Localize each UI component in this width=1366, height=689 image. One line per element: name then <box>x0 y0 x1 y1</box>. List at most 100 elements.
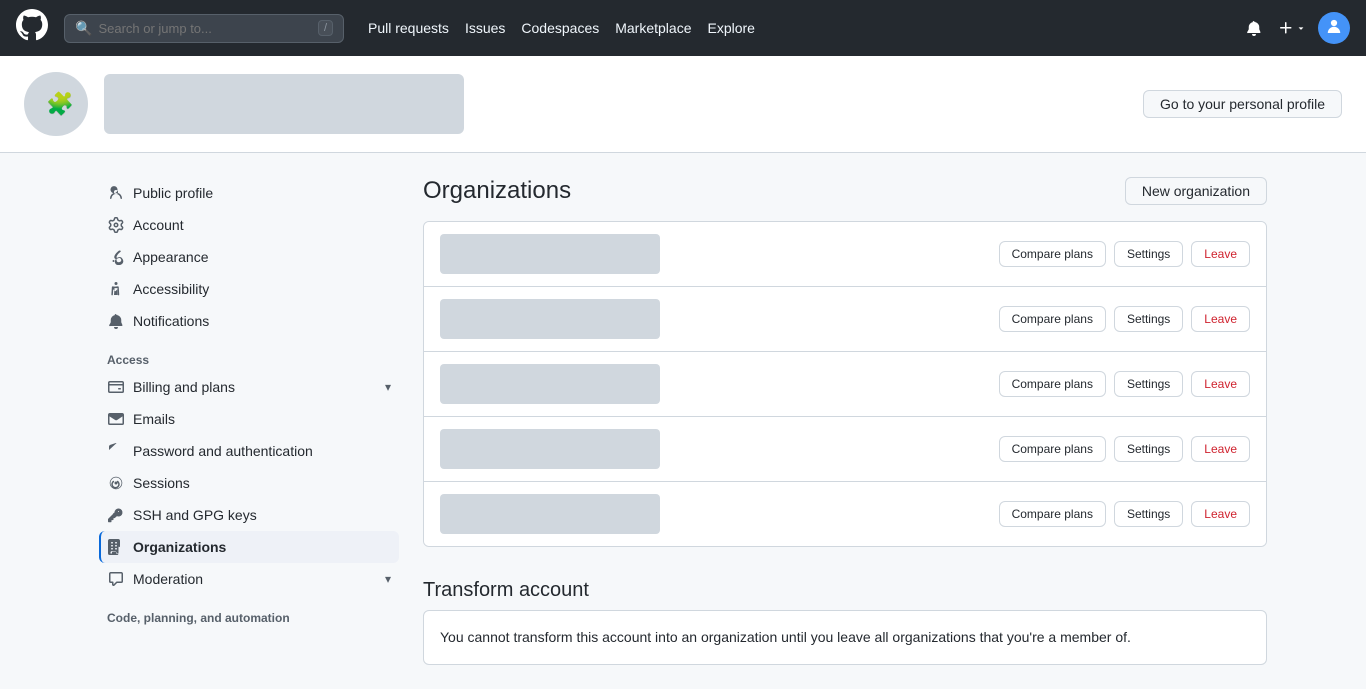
compare-plans-button-4[interactable]: Compare plans <box>999 436 1106 462</box>
shield-icon <box>107 442 125 460</box>
credit-card-icon <box>107 378 125 396</box>
github-logo[interactable] <box>16 9 48 48</box>
compare-plans-button-3[interactable]: Compare plans <box>999 371 1106 397</box>
topnav-links: Pull requests Issues Codespaces Marketpl… <box>368 20 1226 36</box>
sidebar-item-ssh-gpg[interactable]: SSH and GPG keys <box>99 499 399 531</box>
person-icon <box>107 184 125 202</box>
chevron-down-icon-moderation: ▾ <box>385 572 391 586</box>
sidebar-item-organizations[interactable]: Organizations <box>99 531 399 563</box>
key-icon <box>107 506 125 524</box>
sidebar-item-notifications[interactable]: Notifications <box>99 305 399 337</box>
org-row-actions-3: Compare plans Settings Leave <box>999 371 1250 397</box>
settings-button-4[interactable]: Settings <box>1114 436 1183 462</box>
settings-button-3[interactable]: Settings <box>1114 371 1183 397</box>
main-layout: Public profile Account Appearance Access… <box>83 153 1283 689</box>
sidebar-item-emails[interactable]: Emails <box>99 403 399 435</box>
org-placeholder-2 <box>440 299 660 339</box>
sidebar-nav: Public profile Account Appearance Access… <box>99 177 399 629</box>
sidebar-label-appearance: Appearance <box>133 249 209 265</box>
nav-explore[interactable]: Explore <box>708 20 755 36</box>
go-to-profile-button[interactable]: Go to your personal profile <box>1143 90 1342 118</box>
compare-plans-button-1[interactable]: Compare plans <box>999 241 1106 267</box>
table-row: Compare plans Settings Leave <box>424 482 1266 546</box>
organization-icon <box>107 538 125 556</box>
sidebar-label-organizations: Organizations <box>133 539 226 555</box>
page-title: Organizations <box>423 177 571 205</box>
leave-button-1[interactable]: Leave <box>1191 241 1250 267</box>
transform-account-title: Transform account <box>423 579 1267 602</box>
gear-icon <box>107 216 125 234</box>
leave-button-2[interactable]: Leave <box>1191 306 1250 332</box>
compare-plans-button-2[interactable]: Compare plans <box>999 306 1106 332</box>
profile-info: 🧩 <box>24 72 464 136</box>
profile-banner-placeholder <box>104 74 464 134</box>
user-avatar[interactable] <box>1318 12 1350 44</box>
leave-button-3[interactable]: Leave <box>1191 371 1250 397</box>
sidebar-label-accessibility: Accessibility <box>133 281 209 297</box>
nav-codespaces[interactable]: Codespaces <box>521 20 599 36</box>
sidebar-label-account: Account <box>133 217 184 233</box>
sidebar: Public profile Account Appearance Access… <box>99 177 399 665</box>
nav-issues[interactable]: Issues <box>465 20 505 36</box>
organizations-table: Compare plans Settings Leave Compare pla… <box>423 221 1267 547</box>
org-placeholder-5 <box>440 494 660 534</box>
svg-text:🧩: 🧩 <box>46 91 74 117</box>
leave-button-4[interactable]: Leave <box>1191 436 1250 462</box>
sidebar-label-billing: Billing and plans <box>133 379 235 395</box>
sidebar-label-emails: Emails <box>133 411 175 427</box>
sidebar-item-public-profile[interactable]: Public profile <box>99 177 399 209</box>
bell-icon <box>107 312 125 330</box>
profile-avatar: 🧩 <box>24 72 88 136</box>
access-section-label: Access <box>99 337 399 371</box>
notifications-button[interactable] <box>1242 16 1266 40</box>
org-row-actions-1: Compare plans Settings Leave <box>999 241 1250 267</box>
org-placeholder-3 <box>440 364 660 404</box>
settings-button-5[interactable]: Settings <box>1114 501 1183 527</box>
topnav-right <box>1242 12 1350 44</box>
mail-icon <box>107 410 125 428</box>
table-row: Compare plans Settings Leave <box>424 352 1266 417</box>
sidebar-label-password-auth: Password and authentication <box>133 443 313 459</box>
org-placeholder-4 <box>440 429 660 469</box>
leave-button-5[interactable]: Leave <box>1191 501 1250 527</box>
chevron-down-icon: ▾ <box>385 380 391 394</box>
table-row: Compare plans Settings Leave <box>424 222 1266 287</box>
orgs-section-header: Organizations New organization <box>423 177 1267 205</box>
comment-icon <box>107 570 125 588</box>
create-new-button[interactable] <box>1278 20 1306 36</box>
sidebar-label-moderation: Moderation <box>133 571 203 587</box>
sidebar-label-public-profile: Public profile <box>133 185 213 201</box>
sidebar-item-password-auth[interactable]: Password and authentication <box>99 435 399 467</box>
table-row: Compare plans Settings Leave <box>424 287 1266 352</box>
settings-button-1[interactable]: Settings <box>1114 241 1183 267</box>
search-input[interactable] <box>98 21 312 36</box>
broadcast-icon <box>107 474 125 492</box>
nav-marketplace[interactable]: Marketplace <box>615 20 691 36</box>
new-organization-button[interactable]: New organization <box>1125 177 1267 205</box>
paintbrush-icon <box>107 248 125 266</box>
search-icon: 🔍 <box>75 20 92 37</box>
profile-header: 🧩 Go to your personal profile <box>0 56 1366 153</box>
table-row: Compare plans Settings Leave <box>424 417 1266 482</box>
sidebar-item-appearance[interactable]: Appearance <box>99 241 399 273</box>
accessibility-icon <box>107 280 125 298</box>
sidebar-item-billing[interactable]: Billing and plans ▾ <box>99 371 399 403</box>
search-bar[interactable]: 🔍 / <box>64 14 344 43</box>
org-row-actions-5: Compare plans Settings Leave <box>999 501 1250 527</box>
transform-account-text: You cannot transform this account into a… <box>440 627 1250 648</box>
sidebar-label-ssh-gpg: SSH and GPG keys <box>133 507 257 523</box>
sidebar-item-moderation[interactable]: Moderation ▾ <box>99 563 399 595</box>
org-row-actions-4: Compare plans Settings Leave <box>999 436 1250 462</box>
settings-button-2[interactable]: Settings <box>1114 306 1183 332</box>
code-planning-label: Code, planning, and automation <box>99 595 399 629</box>
org-row-actions-2: Compare plans Settings Leave <box>999 306 1250 332</box>
sidebar-label-notifications: Notifications <box>133 313 209 329</box>
sidebar-item-account[interactable]: Account <box>99 209 399 241</box>
top-navigation: 🔍 / Pull requests Issues Codespaces Mark… <box>0 0 1366 56</box>
compare-plans-button-5[interactable]: Compare plans <box>999 501 1106 527</box>
org-placeholder-1 <box>440 234 660 274</box>
search-kbd: / <box>318 20 333 36</box>
sidebar-item-sessions[interactable]: Sessions <box>99 467 399 499</box>
nav-pull-requests[interactable]: Pull requests <box>368 20 449 36</box>
sidebar-item-accessibility[interactable]: Accessibility <box>99 273 399 305</box>
